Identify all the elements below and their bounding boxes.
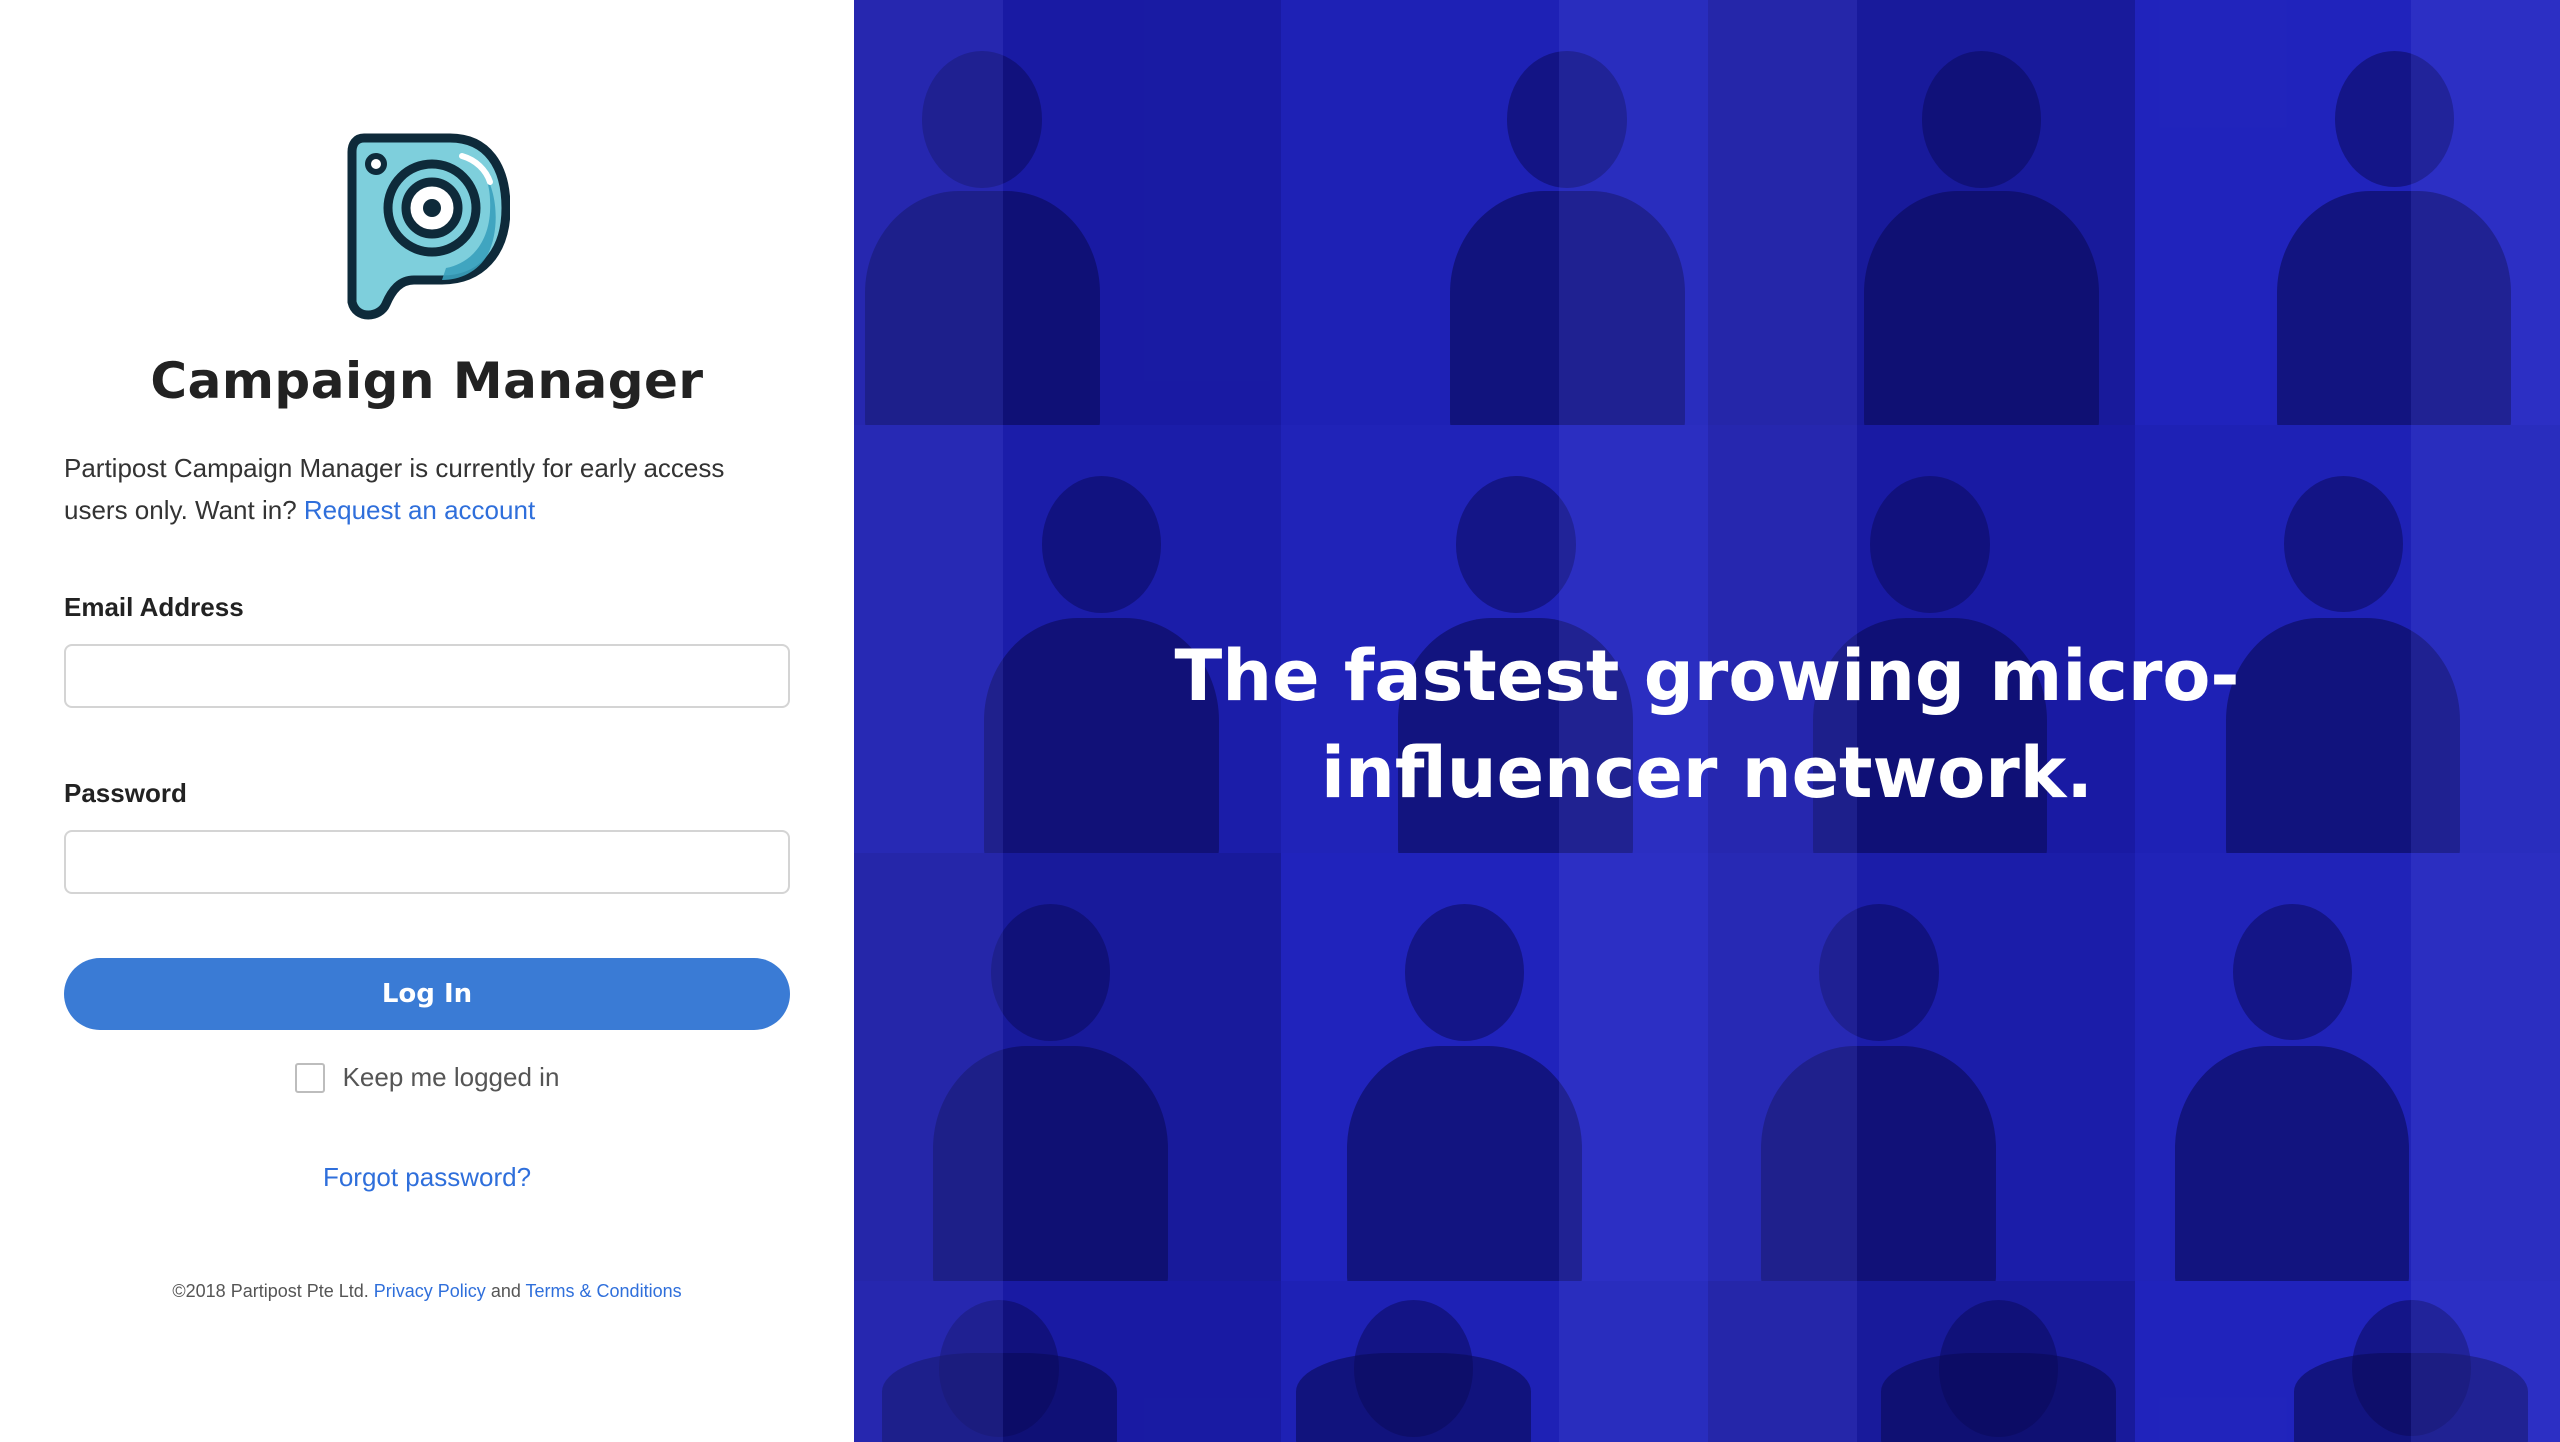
login-panel: Campaign Manager Partipost Campaign Mana… — [0, 0, 854, 1442]
login-button[interactable]: Log In — [64, 958, 790, 1030]
password-field[interactable] — [64, 830, 790, 894]
privacy-policy-link[interactable]: Privacy Policy — [374, 1281, 486, 1301]
copyright-text: ©2018 Partipost Pte Ltd. — [172, 1281, 374, 1301]
email-label: Email Address — [64, 592, 244, 622]
email-field[interactable] — [64, 644, 790, 708]
request-account-link[interactable]: Request an account — [304, 495, 535, 525]
intro-text: Partipost Campaign Manager is currently … — [64, 447, 784, 531]
page-title: Campaign Manager — [150, 352, 704, 410]
footer-and-text: and — [485, 1281, 526, 1301]
password-label: Password — [64, 778, 187, 808]
terms-link[interactable]: Terms & Conditions — [526, 1281, 682, 1301]
keep-logged-in-row: Keep me logged in — [0, 1062, 854, 1093]
keep-logged-in-label[interactable]: Keep me logged in — [343, 1062, 560, 1093]
partipost-logo-icon — [342, 130, 510, 325]
checkbox-unchecked-icon[interactable] — [294, 1062, 325, 1093]
hero-image-panel: The fastest growing micro-influencer net… — [854, 0, 2560, 1442]
footer: ©2018 Partipost Pte Ltd. Privacy Policy … — [0, 1281, 854, 1302]
forgot-password-link[interactable]: Forgot password? — [0, 1162, 854, 1193]
hero-tagline: The fastest growing micro-influencer net… — [1174, 635, 2240, 814]
